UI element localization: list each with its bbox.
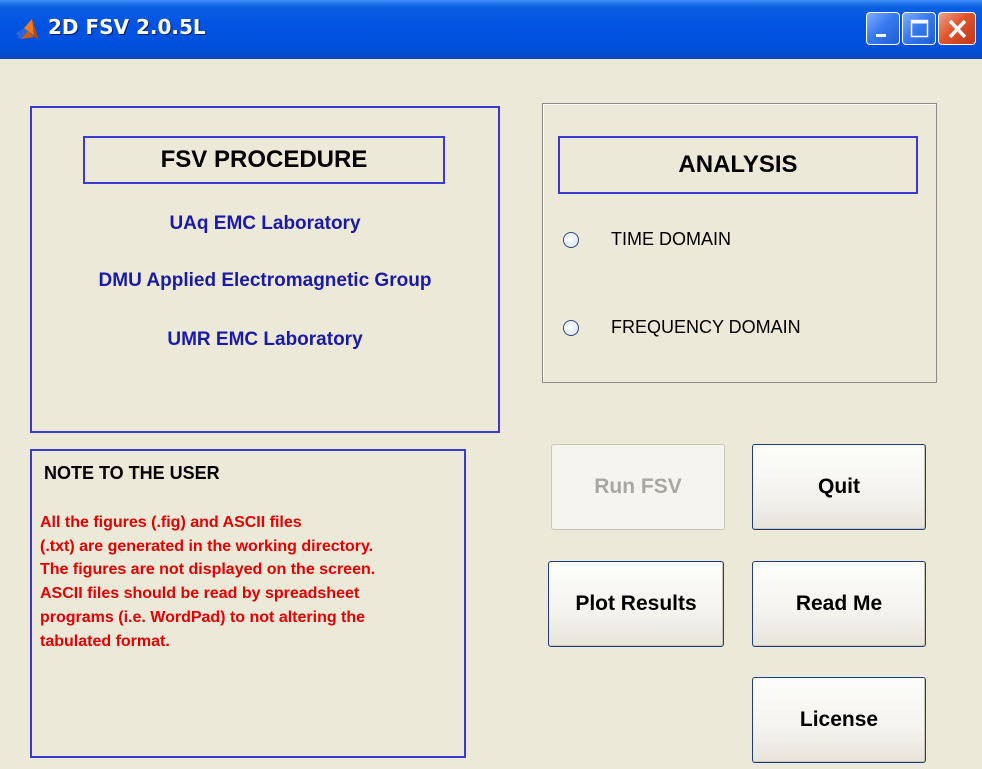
window-title: 2D FSV 2.0.5L	[48, 15, 206, 39]
note-panel	[30, 449, 466, 758]
note-line: (.txt) are generated in the working dire…	[40, 538, 374, 555]
radio-time-domain[interactable]: TIME DOMAIN	[563, 229, 731, 250]
matlab-icon	[16, 19, 38, 39]
analysis-title: ANALYSIS	[558, 136, 918, 194]
note-line: programs (i.e. WordPad) to not altering …	[40, 609, 366, 626]
procedure-title: FSV PROCEDURE	[83, 136, 445, 184]
quit-button[interactable]: Quit	[752, 444, 926, 530]
title-bar[interactable]: 2D FSV 2.0.5L	[0, 0, 982, 59]
lab-uaq: UAq EMC Laboratory	[169, 213, 361, 234]
note-title: NOTE TO THE USER	[44, 463, 220, 483]
note-line: The figures are not displayed on the scr…	[40, 561, 376, 578]
radio-button[interactable]	[563, 319, 579, 336]
minimize-button[interactable]	[866, 12, 900, 45]
lab-dmu: DMU Applied Electromagnetic Group	[98, 270, 432, 291]
maximize-button[interactable]	[902, 12, 936, 45]
radio-label-frequency-domain: FREQUENCY DOMAIN	[611, 317, 801, 337]
read-me-button[interactable]: Read Me	[752, 561, 926, 647]
maximize-icon	[910, 19, 929, 38]
close-icon	[948, 19, 967, 39]
license-button[interactable]: License	[752, 677, 926, 763]
radio-frequency-domain[interactable]: FREQUENCY DOMAIN	[563, 317, 801, 338]
note-line: ASCII files should be read by spreadshee…	[40, 585, 360, 602]
lab-umr: UMR EMC Laboratory	[167, 329, 363, 350]
plot-results-button[interactable]: Plot Results	[548, 561, 724, 647]
radio-label-time-domain: TIME DOMAIN	[611, 229, 731, 249]
note-line: tabulated format.	[40, 633, 170, 650]
radio-button[interactable]	[563, 231, 579, 248]
run-fsv-button[interactable]: Run FSV	[551, 444, 725, 530]
minimize-icon	[876, 34, 886, 37]
close-button[interactable]	[938, 12, 976, 45]
note-line: All the figures (.fig) and ASCII files	[40, 514, 302, 531]
